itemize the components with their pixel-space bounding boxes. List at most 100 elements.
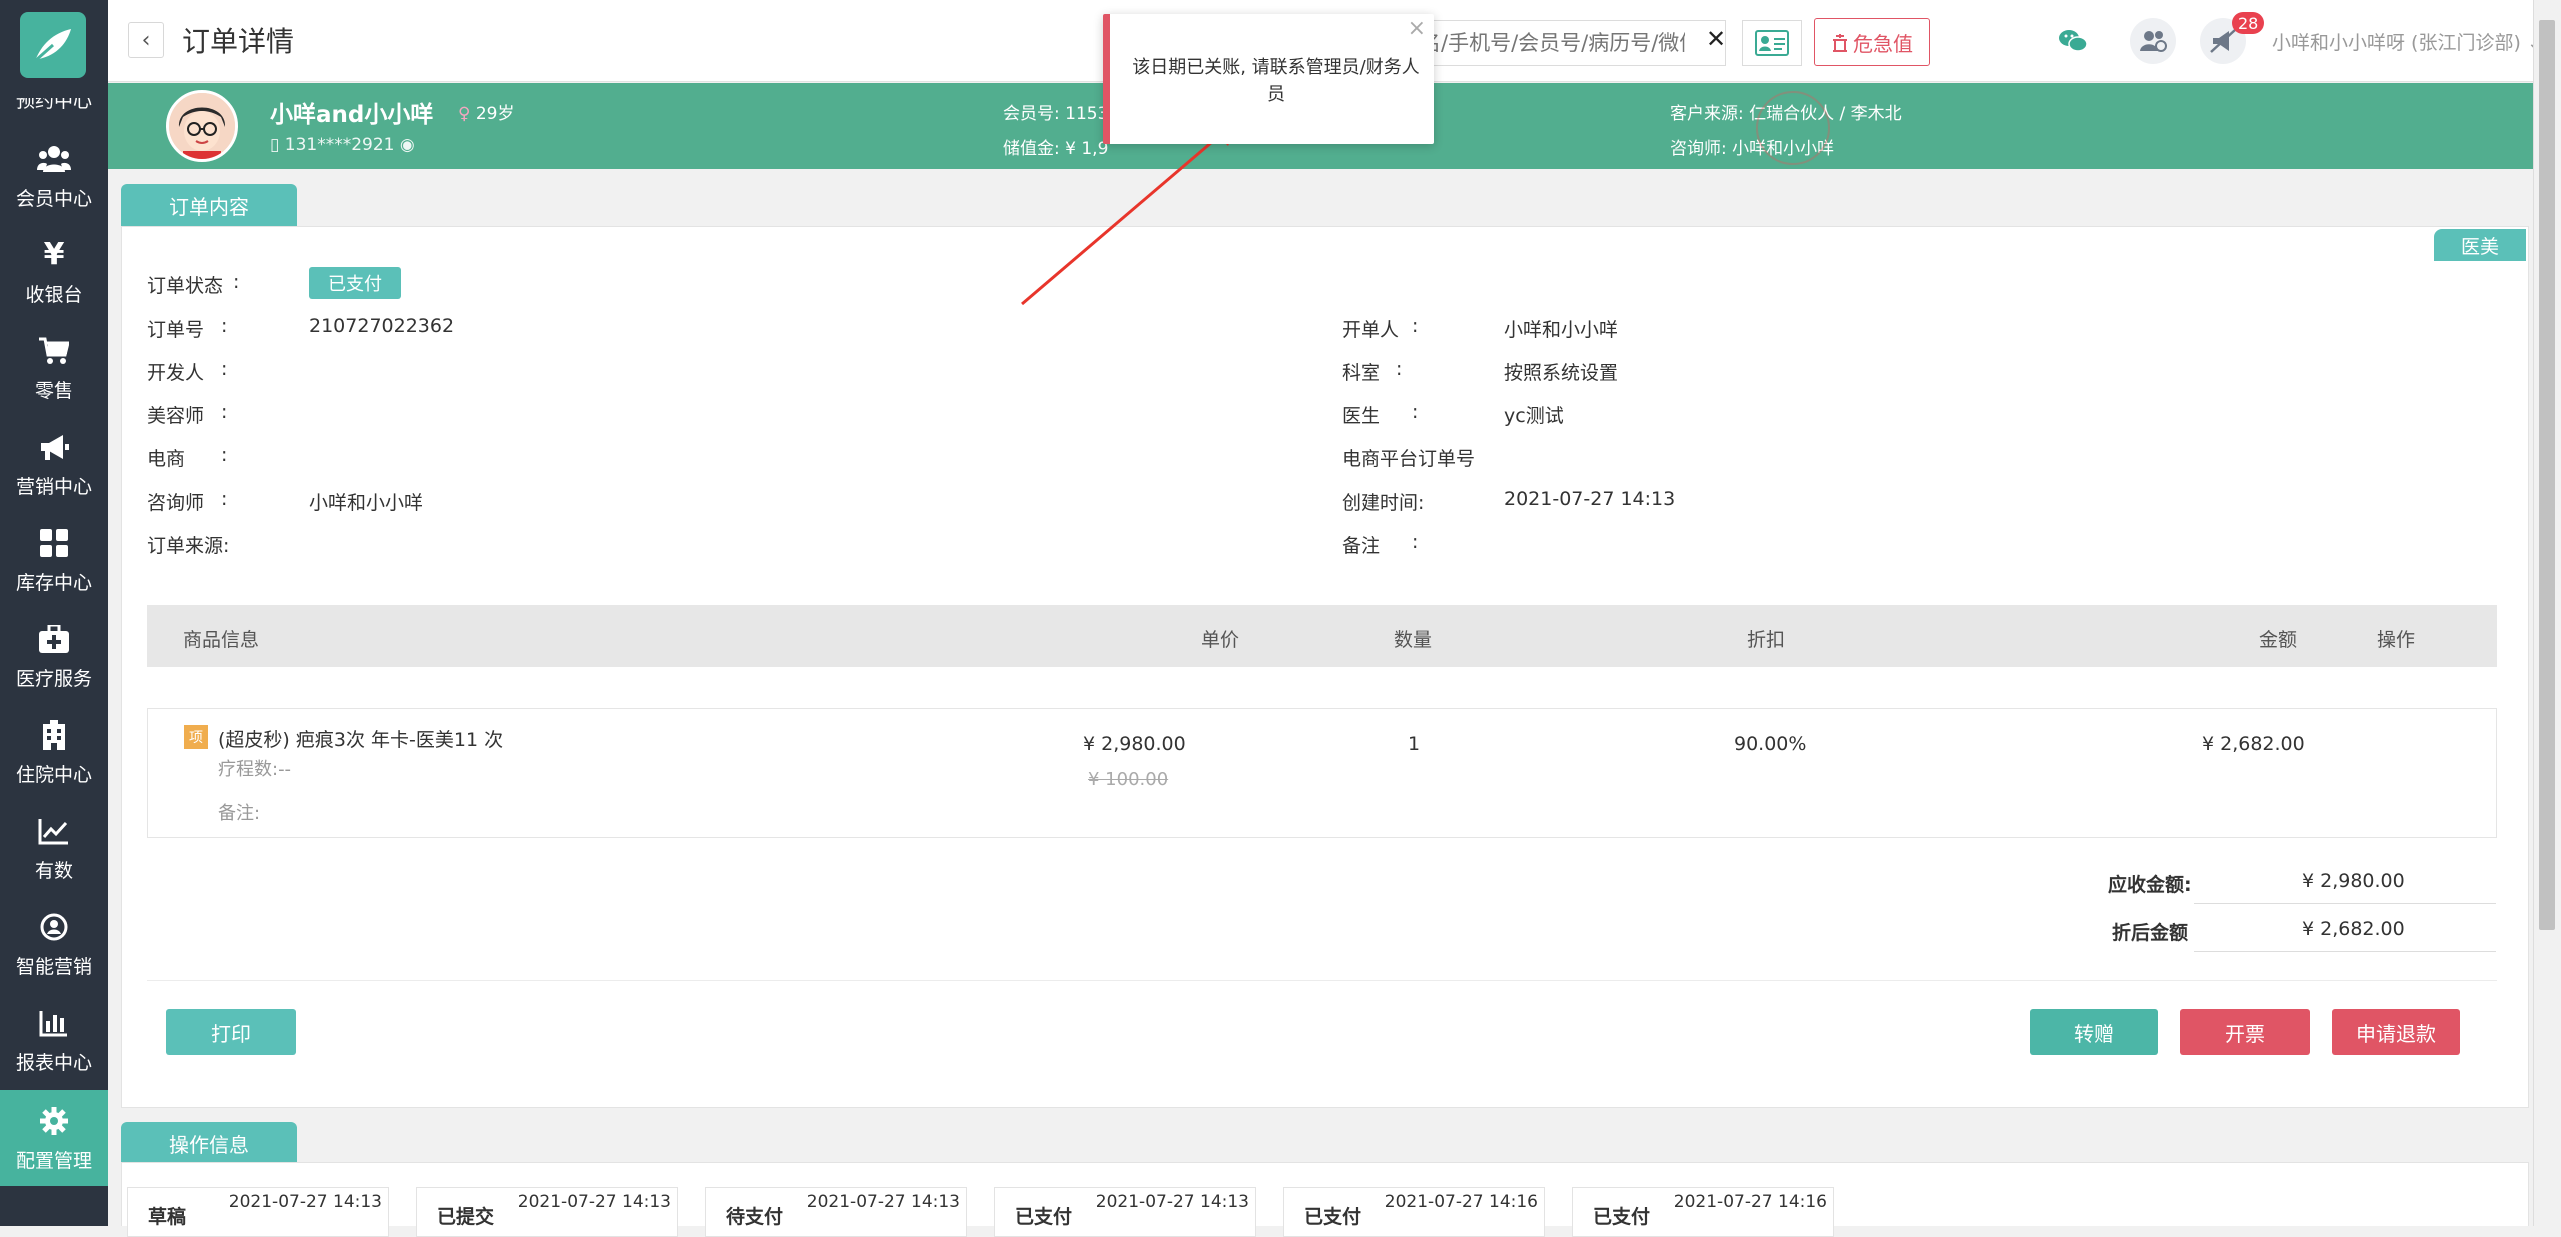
customer-name: 小咩and小小咩 (270, 102, 434, 128)
sidebar-item-reports[interactable]: 报表中心 (0, 992, 108, 1088)
sidebar-item-label: 营销中心 (15, 475, 92, 498)
field-colon: : (221, 488, 228, 510)
field-label: 美容师 (147, 405, 205, 427)
col-price: 单价 (1201, 629, 1240, 651)
critical-value-label: 危急值 (1853, 31, 1913, 56)
col-amount: 金额 (2259, 629, 2298, 651)
operation-time: 2021-07-27 14:13 (517, 1192, 671, 1212)
sidebar-item-inventory[interactable]: 库存中心 (0, 512, 108, 608)
field-label: 订单来源: (147, 535, 230, 557)
item-amount: ¥ 2,682.00 (2202, 733, 2305, 755)
field-colon: : (221, 401, 228, 423)
page-title: 订单详情 (182, 25, 295, 58)
operation-status: 已提交 (437, 1206, 495, 1228)
operation-status: 待支付 (726, 1206, 784, 1228)
eye-icon[interactable]: ◉ (400, 135, 415, 155)
item-note: 备注: (218, 803, 261, 824)
sidebar-item-inpatient[interactable]: 住院中心 (0, 704, 108, 800)
megaphone-off-icon (2210, 29, 2236, 53)
print-button[interactable]: 打印 (166, 1009, 296, 1055)
close-icon[interactable]: × (1408, 16, 1426, 41)
invoice-button[interactable]: 开票 (2180, 1009, 2310, 1055)
critical-value-button[interactable]: 危急值 (1814, 18, 1930, 66)
sidebar-item-medical[interactable]: 医疗服务 (0, 608, 108, 704)
table-row: 项 (超皮秒) 疤痕3次 年卡-医美11 次 疗程数:-- 备注: ¥ 2,98… (147, 708, 2497, 838)
app-logo[interactable] (20, 12, 86, 78)
item-type-tag: 项 (184, 725, 208, 749)
field-label: 开发人 (147, 362, 205, 384)
operation-status: 已支付 (1015, 1206, 1073, 1228)
sidebar-item-partial-label[interactable]: 预约中心 (0, 98, 108, 113)
discounted-value: ¥ 2,682.00 (2194, 906, 2496, 952)
field-label: 创建时间: (1342, 492, 1425, 514)
scrollbar-thumb[interactable] (2539, 20, 2555, 930)
sidebar-item-label: 零售 (34, 379, 73, 402)
stamp-mark (1756, 91, 1830, 165)
cart-icon (37, 334, 71, 368)
created-time-value: 2021-07-27 14:13 (1504, 488, 1676, 510)
sidebar-item-smart-marketing[interactable]: 智能营销 (0, 896, 108, 992)
field-colon: : (233, 271, 240, 293)
field-colon: : (1412, 315, 1419, 337)
clear-search-icon[interactable]: ✕ (1706, 25, 1726, 53)
sidebar-item-cashier[interactable]: ¥ 收银台 (0, 224, 108, 320)
sidebar-item-label: 库存中心 (15, 571, 92, 594)
customer-age: ♀ 29岁 (458, 99, 515, 124)
tab-operation-info[interactable]: 操作信息 (121, 1122, 297, 1164)
consultant-value: 小咩和小小咩 (309, 492, 424, 514)
field-label: 电商平台订单号 (1342, 448, 1476, 470)
sidebar-item-members[interactable]: 会员中心 (0, 128, 108, 224)
operation-card: 已支付 2021-07-27 14:13 (994, 1187, 1256, 1237)
order-panel (121, 226, 2529, 1108)
megaphone-icon (37, 430, 71, 464)
sidebar-item-label: 配置管理 (15, 1149, 92, 1172)
user-name: 小咩和小小咩呀 (张江门诊部) (2272, 32, 2521, 54)
avatar[interactable] (166, 90, 238, 162)
operation-card: 已提交 2021-07-27 14:13 (416, 1187, 678, 1237)
trend-icon (37, 814, 71, 848)
notification-popup: × 该日期已关账, 请联系管理员/财务人员 (1103, 14, 1434, 144)
sidebar-item-retail[interactable]: 零售 (0, 320, 108, 416)
transfer-gift-button[interactable]: 转赠 (2030, 1009, 2158, 1055)
item-sessions: 疗程数:-- (218, 759, 292, 780)
popup-message: 该日期已关账, 请联系管理员/财务人员 (1132, 57, 1420, 105)
category-tag: 医美 (2434, 229, 2526, 261)
tab-order-content[interactable]: 订单内容 (121, 184, 297, 226)
col-qty: 数量 (1394, 629, 1433, 651)
refund-button[interactable]: 申请退款 (2332, 1009, 2460, 1055)
sidebar-item-marketing[interactable]: 营销中心 (0, 416, 108, 512)
field-colon: : (221, 444, 228, 466)
sidebar-item-settings[interactable]: 配置管理 (0, 1090, 108, 1186)
field-colon: : (1412, 531, 1419, 553)
field-label: 医生 (1342, 405, 1381, 427)
wechat-button[interactable] (2050, 18, 2096, 64)
field-label: 订单状态 (147, 275, 224, 297)
grid-icon (37, 526, 71, 560)
field-label: 咨询师 (147, 492, 205, 514)
item-qty: 1 (1408, 733, 1421, 755)
sidebar-item-label: 收银台 (25, 283, 83, 306)
id-card-button[interactable] (1742, 20, 1802, 66)
back-button[interactable]: ‹ (128, 22, 164, 58)
field-colon: : (221, 315, 228, 337)
team-button[interactable] (2130, 18, 2176, 64)
sidebar-item-label: 智能营销 (15, 955, 92, 978)
col-discount: 折扣 (1747, 629, 1786, 651)
department-value: 按照系统设置 (1504, 362, 1619, 384)
field-label: 科室 (1342, 362, 1381, 384)
field-label: 电商 (147, 448, 186, 470)
sidebar: 预约中心 会员中心 ¥ 收银台 零售 营销中心 库存中心 医疗服务 住院中心 有… (0, 0, 108, 1226)
operation-time: 2021-07-27 14:13 (228, 1192, 382, 1212)
customer-phone-value: 131****2921 (284, 135, 395, 155)
operation-card: 草稿 2021-07-27 14:13 (127, 1187, 389, 1237)
user-menu[interactable]: 小咩和小小咩呀 (张江门诊部) ⌄ (2272, 28, 2543, 55)
sidebar-item-analytics[interactable]: 有数 (0, 800, 108, 896)
smart-icon (37, 910, 71, 944)
creator-value: 小咩和小小咩 (1504, 319, 1619, 341)
operation-card: 已支付 2021-07-27 14:16 (1283, 1187, 1545, 1237)
medkit-icon (37, 622, 71, 656)
scrollbar[interactable] (2533, 0, 2561, 1226)
operation-time: 2021-07-27 14:13 (806, 1192, 960, 1212)
wechat-icon (2059, 30, 2088, 52)
customer-phone: ▯ 131****2921 ◉ (270, 135, 415, 155)
